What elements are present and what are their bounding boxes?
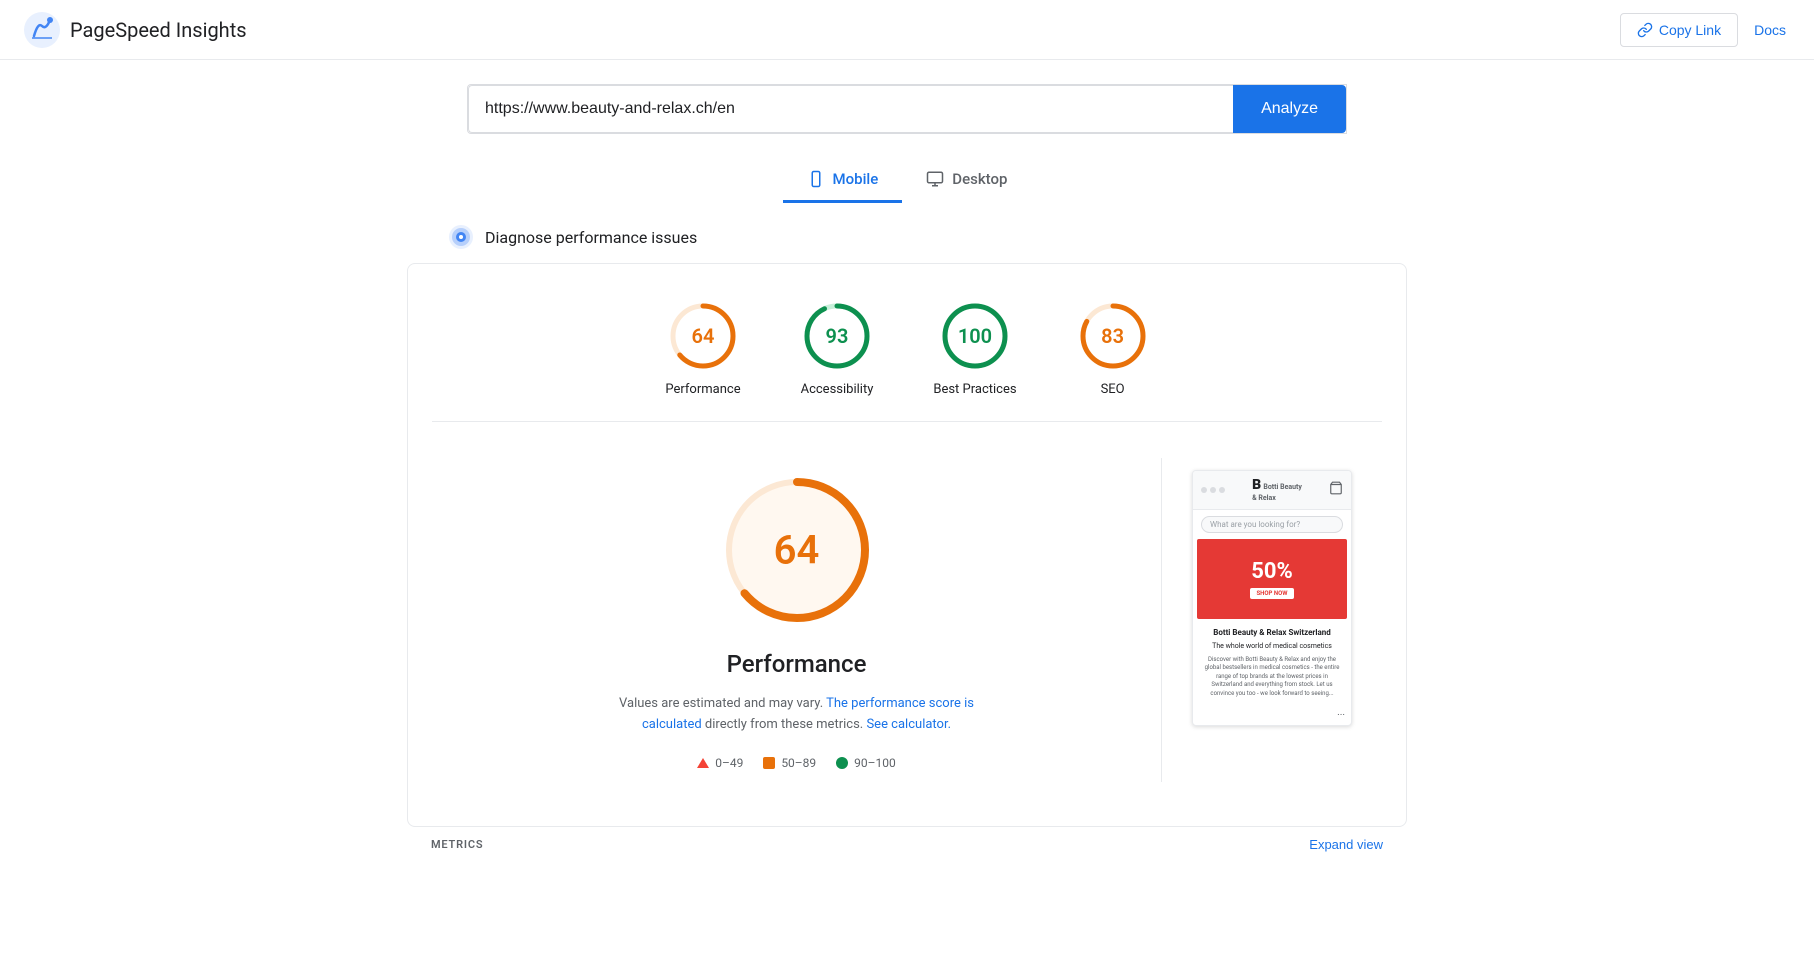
app-title: PageSpeed Insights: [70, 18, 247, 42]
legend-fail-range: 0–49: [715, 756, 743, 770]
legend-pass-range: 90–100: [854, 756, 896, 770]
best-practices-circle: 100: [939, 300, 1011, 372]
brand-area: PageSpeed Insights: [24, 12, 247, 48]
url-input[interactable]: [468, 85, 1233, 133]
accessibility-circle: 93: [801, 300, 873, 372]
url-section: Analyze: [0, 60, 1814, 150]
detail-section: 64 Performance Values are estimated and …: [432, 422, 1382, 802]
diagnose-text: Diagnose performance issues: [485, 228, 697, 247]
big-performance-score: 64: [774, 527, 820, 574]
performance-circle: 64: [667, 300, 739, 372]
phone-content: Botti Beauty & Relax Switzerland The who…: [1193, 619, 1351, 706]
dot3: [1219, 487, 1225, 493]
legend-average: 50–89: [763, 756, 816, 770]
header-actions: Copy Link Docs: [1620, 13, 1790, 47]
view-tabs: Mobile Desktop: [0, 150, 1814, 203]
phone-header: B Botti Beauty& Relax: [1193, 471, 1351, 510]
seo-score: 83: [1101, 324, 1124, 348]
link-icon: [1637, 22, 1653, 38]
legend-fail: 0–49: [697, 756, 743, 770]
mobile-icon: [807, 170, 825, 188]
url-bar-container: Analyze: [467, 84, 1347, 134]
fail-icon: [697, 758, 709, 768]
analyze-button[interactable]: Analyze: [1233, 85, 1346, 133]
score-item-accessibility[interactable]: 93 Accessibility: [801, 300, 874, 397]
expand-view-button[interactable]: Expand view: [1309, 837, 1383, 852]
diagnose-section: Diagnose performance issues: [407, 223, 1407, 251]
screenshot-section: B Botti Beauty& Relax What are you looki…: [1162, 438, 1382, 802]
tab-desktop[interactable]: Desktop: [902, 158, 1031, 203]
docs-button[interactable]: Docs: [1750, 14, 1790, 46]
phone-tagline: The whole world of medical cosmetics: [1201, 642, 1343, 652]
phone-search-placeholder: What are you looking for?: [1210, 520, 1300, 529]
banner-discount: 50%: [1251, 559, 1293, 584]
performance-title: Performance: [727, 650, 867, 678]
phone-cart-icon: [1329, 481, 1343, 499]
score-item-performance[interactable]: 64 Performance: [665, 300, 740, 397]
best-practices-score: 100: [958, 324, 992, 348]
metrics-footer: METRICS Expand view: [407, 827, 1407, 856]
note-link2: directly from these metrics.: [705, 717, 863, 732]
app-header: PageSpeed Insights Copy Link Docs: [0, 0, 1814, 60]
pass-icon: [836, 757, 848, 769]
desktop-icon: [926, 170, 944, 188]
phone-search-bar: What are you looking for?: [1201, 516, 1343, 533]
note-link3: See calculator.: [866, 717, 951, 732]
score-legend: 0–49 50–89 90–100: [697, 756, 896, 770]
performance-label: Performance: [665, 382, 740, 397]
dot2: [1210, 487, 1216, 493]
big-performance-circle: 64: [717, 470, 877, 630]
phone-desc: Discover with Botti Beauty & Relax and e…: [1201, 656, 1343, 698]
pagespeed-logo: [24, 12, 60, 48]
tab-desktop-label: Desktop: [952, 170, 1007, 188]
accessibility-score: 93: [826, 324, 849, 348]
phone-mockup: B Botti Beauty& Relax What are you looki…: [1192, 470, 1352, 726]
seo-label: SEO: [1101, 382, 1125, 397]
performance-score: 64: [692, 324, 715, 348]
copy-link-label: Copy Link: [1659, 22, 1721, 38]
phone-banner: 50% SHOP NOW: [1197, 539, 1347, 619]
results-card: 64 Performance 93 Accessibility 10: [407, 263, 1407, 827]
legend-pass: 90–100: [836, 756, 896, 770]
metrics-label: METRICS: [431, 838, 483, 851]
banner-content: 50% SHOP NOW: [1250, 559, 1293, 599]
best-practices-label: Best Practices: [933, 382, 1016, 397]
phone-site-name: Botti Beauty & Relax Switzerland: [1201, 627, 1343, 638]
phone-menu-dots: [1201, 487, 1225, 493]
scores-row: 64 Performance 93 Accessibility 10: [432, 288, 1382, 422]
phone-brand-logo: B Botti Beauty& Relax: [1252, 477, 1302, 503]
calculator-link[interactable]: See calculator.: [866, 717, 951, 732]
accessibility-label: Accessibility: [801, 382, 874, 397]
tab-mobile[interactable]: Mobile: [783, 158, 903, 203]
score-item-seo[interactable]: 83 SEO: [1077, 300, 1149, 397]
diagnose-icon: [447, 223, 475, 251]
seo-circle: 83: [1077, 300, 1149, 372]
performance-note: Values are estimated and may vary. The p…: [607, 694, 987, 736]
average-icon: [763, 757, 775, 769]
performance-detail: 64 Performance Values are estimated and …: [432, 438, 1161, 802]
legend-average-range: 50–89: [781, 756, 816, 770]
note-static: Values are estimated and may vary.: [619, 696, 823, 711]
dot1: [1201, 487, 1207, 493]
shop-now-btn: SHOP NOW: [1250, 588, 1293, 599]
phone-footer: ···: [1193, 706, 1351, 725]
copy-link-button[interactable]: Copy Link: [1620, 13, 1738, 47]
phone-more-icon: ···: [1337, 710, 1345, 721]
score-item-best-practices[interactable]: 100 Best Practices: [933, 300, 1016, 397]
tab-mobile-label: Mobile: [833, 170, 879, 188]
